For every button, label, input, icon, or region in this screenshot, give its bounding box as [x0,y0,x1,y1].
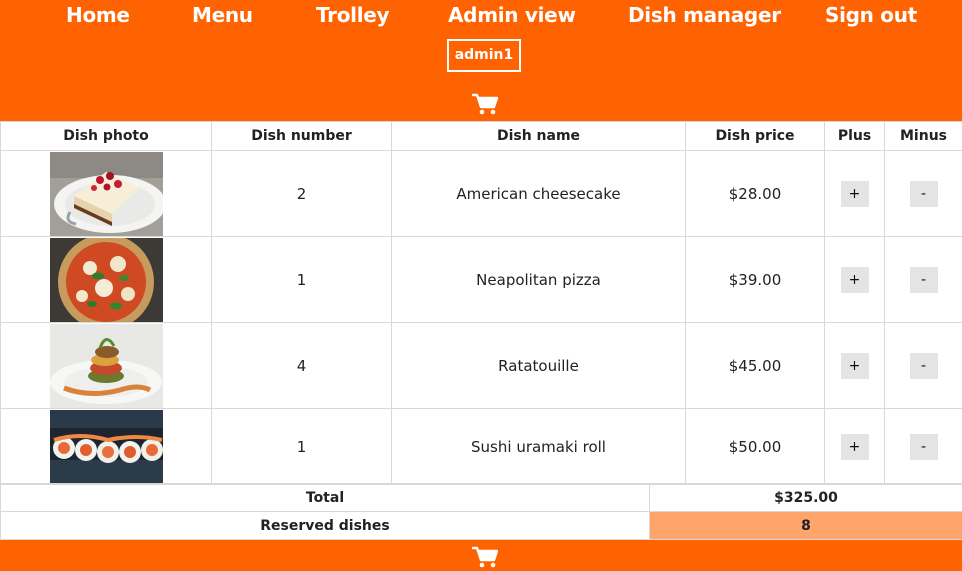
shopping-cart-icon[interactable] [472,93,498,115]
nav-menu-link[interactable]: Menu [192,2,253,28]
dish-photo-sushi [49,409,163,484]
dish-price-cell: $28.00 [685,150,825,237]
dish-number-cell: 4 [211,322,392,409]
dish-name-cell: American cheesecake [391,150,686,237]
dish-number-cell: 2 [211,150,392,237]
reserved-dishes-row: Reserved dishes 8 [0,511,962,540]
nav-sign-out-link[interactable]: Sign out [825,2,917,28]
column-header-plus: Plus [824,121,885,151]
dish-price-cell: $39.00 [685,236,825,323]
plus-button[interactable]: + [840,180,869,207]
column-header-minus: Minus [884,121,962,151]
footer-bar [0,540,962,571]
total-label: Total [0,483,650,512]
reserved-dishes-value: 8 [649,511,962,540]
username-badge: admin1 [447,39,521,72]
nav-admin-view-link[interactable]: Admin view [448,2,576,28]
nav-trolley-link[interactable]: Trolley [316,2,390,28]
dish-photo-ratatouille [49,323,163,408]
dish-number-cell: 1 [211,236,392,323]
nav-home-link[interactable]: Home [66,2,130,28]
shopping-cart-icon[interactable] [472,546,498,568]
minus-button[interactable]: - [909,266,938,293]
dish-photo-pizza [49,237,163,322]
dish-name-cell: Sushi uramaki roll [391,408,686,485]
dish-price-cell: $45.00 [685,322,825,409]
plus-button[interactable]: + [840,352,869,379]
total-row: Total $325.00 [0,483,962,512]
total-value: $325.00 [649,483,962,512]
dish-name-cell: Neapolitan pizza [391,236,686,323]
column-header-number: Dish number [211,121,392,151]
table-row: 1 Sushi uramaki roll $50.00 + - [0,408,962,485]
dish-name-cell: Ratatouille [391,322,686,409]
table-row: 4 Ratatouille $45.00 + - [0,322,962,409]
summary-table: Total $325.00 Reserved dishes 8 [0,483,962,540]
table-row: 2 American cheesecake $28.00 + - [0,150,962,237]
dish-price-cell: $50.00 [685,408,825,485]
trolley-table: Dish photo Dish number Dish name Dish pr… [0,121,962,485]
table-row: 1 Neapolitan pizza $39.00 + - [0,236,962,323]
table-header-row: Dish photo Dish number Dish name Dish pr… [0,121,962,151]
dish-photo-cheesecake [49,151,163,236]
minus-button[interactable]: - [909,352,938,379]
column-header-name: Dish name [391,121,686,151]
plus-button[interactable]: + [840,266,869,293]
minus-button[interactable]: - [909,433,938,460]
header-bar: Home Menu Trolley Admin view Dish manage… [0,0,962,121]
column-header-price: Dish price [685,121,825,151]
nav-dish-manager-link[interactable]: Dish manager [628,2,781,28]
minus-button[interactable]: - [909,180,938,207]
plus-button[interactable]: + [840,433,869,460]
column-header-photo: Dish photo [0,121,212,151]
dish-number-cell: 1 [211,408,392,485]
reserved-dishes-label: Reserved dishes [0,511,650,540]
